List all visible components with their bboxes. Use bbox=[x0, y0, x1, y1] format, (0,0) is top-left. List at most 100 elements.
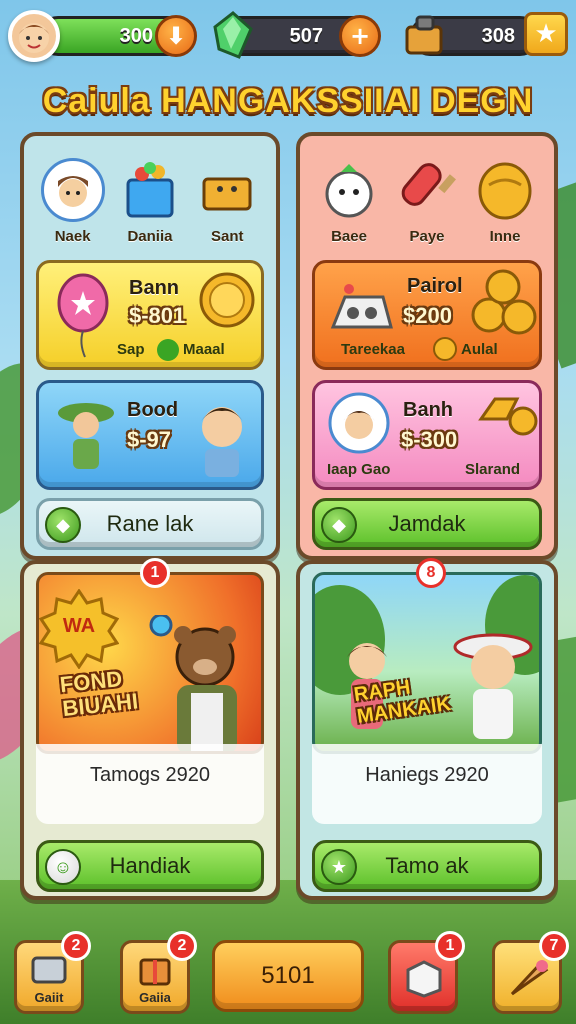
shop-panel-right: Baee Paye Inne Pairol $200 Tareekaa Aula… bbox=[296, 132, 558, 560]
category-row-right: Baee Paye Inne bbox=[310, 158, 544, 254]
resource-2-value: 507 bbox=[289, 25, 323, 47]
white-box-icon bbox=[406, 960, 442, 998]
explorer-character-icon bbox=[58, 403, 114, 469]
popsicle-icon bbox=[395, 158, 459, 222]
nav-label: Gaiit bbox=[34, 989, 64, 1005]
resource-3-value: 308 bbox=[481, 25, 515, 47]
offer-card-bood[interactable]: Bood $-97 bbox=[36, 380, 264, 490]
event-date: Tamogs 2920 bbox=[89, 764, 211, 786]
event-panel-left: WA FOND BIUAHI 1 Tamogs 2920 ☺ Handiak bbox=[20, 558, 280, 900]
offer-sub-left: Sap bbox=[117, 341, 145, 358]
offer-card-banh[interactable]: Banh $-300 Iaap Gao Slarand bbox=[312, 380, 542, 490]
offer-price: $-801 bbox=[129, 303, 186, 328]
machine-icon bbox=[330, 284, 393, 329]
offer-sub-left: Tareekaa bbox=[341, 341, 405, 358]
coin-small-icon bbox=[433, 337, 457, 361]
nav-label: Gaiia bbox=[139, 989, 171, 1005]
category-label: Inne bbox=[489, 228, 521, 245]
page-title: Caiula HANGAKSSIIAI DEGN bbox=[42, 82, 534, 120]
offer-card-pairol[interactable]: Pairol $200 Tareekaa Aulal bbox=[312, 260, 542, 370]
event-art-right[interactable]: RAPH MANKAIK bbox=[312, 572, 542, 754]
offer-card-bann[interactable]: Bann $-801 Sap Maaal bbox=[36, 260, 264, 370]
category-item-sant[interactable]: Sant bbox=[192, 158, 262, 254]
ice-cream-cone-icon bbox=[510, 960, 549, 996]
event-panel-right: RAPH MANKAIK 8 Haniegs 2920 ★ Tamo ak bbox=[296, 558, 558, 900]
toolbox-icon bbox=[405, 15, 443, 55]
favorites-button[interactable]: ★ bbox=[524, 12, 568, 56]
offer-name: Pairol bbox=[407, 275, 463, 297]
category-item-paye[interactable]: Paye bbox=[392, 158, 462, 254]
player-face-icon bbox=[19, 23, 49, 53]
rane-lak-button[interactable]: ◆ Rane lak bbox=[36, 498, 264, 550]
resource-bar-tools: 308 bbox=[405, 15, 540, 56]
category-item-baee[interactable]: Baee bbox=[314, 158, 384, 254]
handiak-button[interactable]: ☺ Handiak bbox=[36, 840, 264, 892]
nav-button-cone[interactable]: 7 bbox=[492, 931, 569, 1014]
nav-button-box[interactable]: 1 bbox=[388, 931, 465, 1014]
notification-badge: 1 bbox=[435, 931, 465, 961]
offer-name: Bood bbox=[127, 399, 179, 421]
green-gem-button-icon: ◆ bbox=[45, 507, 81, 543]
nav-button-gaiia[interactable]: Gaiia 2 bbox=[120, 931, 197, 1014]
button-label: Handiak bbox=[109, 853, 191, 878]
event-date: Haniegs 2920 bbox=[365, 764, 489, 786]
resource-1-add-button[interactable]: ⬇ bbox=[155, 15, 197, 57]
snow-spirit-icon bbox=[317, 158, 381, 222]
girl-portrait-icon bbox=[328, 392, 390, 454]
resource-bar-gems: 507 + bbox=[213, 11, 381, 59]
offer-price: $-97 bbox=[127, 427, 172, 452]
offer-sub-right: Aulal bbox=[461, 341, 498, 358]
category-label: Paye bbox=[409, 228, 445, 245]
cart-icon bbox=[31, 956, 67, 983]
green-gem-small-icon bbox=[157, 339, 179, 361]
player-avatar[interactable] bbox=[8, 10, 60, 62]
category-label: Baee bbox=[331, 228, 367, 245]
resource-bar-hearts: 300 ⬇ bbox=[38, 15, 197, 57]
category-label: Naek bbox=[54, 228, 91, 245]
elf-avatar-icon: ☺ bbox=[45, 849, 81, 885]
golden-egg-icon bbox=[473, 158, 537, 222]
nav-center-button[interactable]: 5101 bbox=[212, 940, 364, 1012]
notification-badge: 1 bbox=[140, 558, 170, 588]
offer-price: $-300 bbox=[401, 427, 458, 452]
offer-sub-right: Maaal bbox=[183, 341, 225, 358]
category-row-left: Naek Daniia Sant bbox=[34, 158, 266, 254]
character-portrait-icon bbox=[40, 158, 105, 222]
star-gem-button-icon: ★ bbox=[321, 849, 357, 885]
star-icon: ★ bbox=[534, 19, 558, 49]
notification-badge: 7 bbox=[539, 931, 569, 961]
tamo-ak-button[interactable]: ★ Tamo ak bbox=[312, 840, 542, 892]
event-seal-text: WA bbox=[62, 615, 96, 637]
category-label: Sant bbox=[211, 228, 244, 245]
button-label: Rane lak bbox=[106, 511, 194, 536]
notification-badge: 2 bbox=[167, 931, 197, 961]
jamdak-button[interactable]: ◆ Jamdak bbox=[312, 498, 542, 550]
green-gem-icon bbox=[213, 11, 253, 59]
nav-button-gaiit[interactable]: Gaiit 2 bbox=[14, 931, 91, 1014]
gold-coin-icon bbox=[199, 272, 255, 328]
offer-sub-left: Iaap Gao bbox=[327, 461, 391, 478]
category-item-naek[interactable]: Naek bbox=[38, 158, 108, 254]
button-label: Tamo ak bbox=[385, 853, 469, 878]
offer-price: $200 bbox=[403, 303, 452, 328]
offer-sub-right: Slarand bbox=[465, 461, 521, 478]
notification-badge: 2 bbox=[61, 931, 91, 961]
chest-icon bbox=[195, 158, 259, 222]
green-gem-button-icon: ◆ bbox=[321, 507, 357, 543]
resource-1-value: 300 bbox=[119, 25, 153, 47]
button-label: Jamdak bbox=[388, 511, 466, 536]
event-art-left[interactable]: WA FOND BIUAHI bbox=[36, 572, 264, 754]
top-bar: 300 ⬇ 507 + 308 ★ bbox=[8, 8, 568, 62]
category-label: Daniia bbox=[127, 228, 173, 245]
plus-icon: + bbox=[349, 22, 371, 50]
coin-pile-icon bbox=[471, 269, 537, 335]
gold-bars-icon bbox=[478, 397, 538, 436]
category-item-daniia[interactable]: Daniia bbox=[115, 158, 185, 254]
shop-panel-left: Naek Daniia Sant Bann $-801 Sap Maaal Bo… bbox=[20, 132, 280, 560]
gift-box-icon bbox=[118, 158, 182, 222]
boy-character-icon bbox=[201, 407, 243, 477]
category-item-inne[interactable]: Inne bbox=[470, 158, 540, 254]
resource-2-add-button[interactable]: + bbox=[339, 15, 381, 57]
arrow-down-icon: ⬇ bbox=[165, 22, 187, 50]
notification-badge: 8 bbox=[416, 558, 446, 588]
